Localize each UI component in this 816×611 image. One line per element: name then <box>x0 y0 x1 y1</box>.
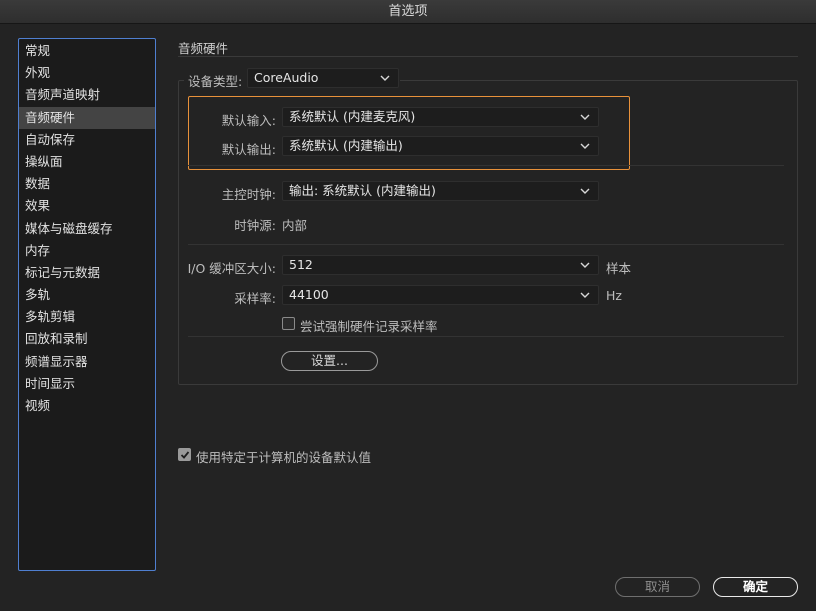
default-input-value: 系统默认 (内建麦克风) <box>289 109 416 124</box>
default-output-value: 系统默认 (内建输出) <box>289 138 403 153</box>
chevron-down-icon <box>580 292 590 298</box>
force-sample-rate-label[interactable]: 尝试强制硬件记录采样率 <box>300 316 438 335</box>
sidebar-item-memory[interactable]: 内存 <box>19 240 155 262</box>
device-type-dropdown[interactable]: CoreAudio <box>247 68 399 88</box>
io-buffer-unit: 样本 <box>606 261 632 276</box>
default-input-label: 默认输入: <box>221 113 276 128</box>
sample-rate-dropdown[interactable]: 44100 <box>282 285 599 305</box>
section-title: 音频硬件 <box>178 41 229 56</box>
force-sample-rate-checkbox[interactable] <box>282 317 295 330</box>
sidebar-item-spectral-display[interactable]: 频谱显示器 <box>19 351 155 373</box>
sidebar-item-markers-metadata[interactable]: 标记与元数据 <box>19 262 155 284</box>
master-clock-value: 输出: 系统默认 (内建输出) <box>289 183 436 198</box>
divider <box>188 336 784 337</box>
default-input-dropdown[interactable]: 系统默认 (内建麦克风) <box>282 107 599 127</box>
machine-defaults-checkbox[interactable] <box>178 448 191 461</box>
master-clock-dropdown[interactable]: 输出: 系统默认 (内建输出) <box>282 181 599 201</box>
sidebar-item-time-display[interactable]: 时间显示 <box>19 373 155 395</box>
sidebar-item-audio-hardware[interactable]: 音频硬件 <box>19 106 155 129</box>
chevron-down-icon <box>380 75 390 81</box>
sample-rate-label: 采样率: <box>234 291 276 306</box>
io-buffer-label: I/O 缓冲区大小: <box>187 261 276 276</box>
sidebar-item-playback-recording[interactable]: 回放和录制 <box>19 328 155 350</box>
clock-source-value: 内部 <box>282 218 308 233</box>
divider <box>188 244 784 245</box>
section-divider <box>178 56 798 57</box>
device-type-label: 设备类型: <box>188 74 243 89</box>
sidebar-item-auto-save[interactable]: 自动保存 <box>19 129 155 151</box>
machine-defaults-label[interactable]: 使用特定于计算机的设备默认值 <box>196 447 371 466</box>
sidebar-item-media-disk-cache[interactable]: 媒体与磁盘缓存 <box>19 218 155 240</box>
sidebar-item-general[interactable]: 常规 <box>19 40 155 62</box>
sample-rate-unit: Hz <box>606 288 622 303</box>
default-output-label: 默认输出: <box>221 142 276 157</box>
sidebar-item-audio-channel-mapping[interactable]: 音频声道映射 <box>19 84 155 106</box>
chevron-down-icon <box>580 262 590 268</box>
io-buffer-value: 512 <box>289 257 313 272</box>
cancel-button[interactable]: 取消 <box>615 577 700 597</box>
sidebar-item-video[interactable]: 视频 <box>19 395 155 417</box>
sidebar-item-appearance[interactable]: 外观 <box>19 62 155 84</box>
checkmark-icon <box>180 451 190 459</box>
sidebar-item-multitrack[interactable]: 多轨 <box>19 284 155 306</box>
sample-rate-value: 44100 <box>289 287 329 302</box>
settings-button[interactable]: 设置... <box>281 351 378 371</box>
chevron-down-icon <box>580 188 590 194</box>
master-clock-label: 主控时钟: <box>221 187 276 202</box>
clock-source-label: 时钟源: <box>234 218 276 233</box>
sidebar-item-multitrack-clips[interactable]: 多轨剪辑 <box>19 306 155 328</box>
divider <box>188 165 784 166</box>
ok-button[interactable]: 确定 <box>713 577 798 597</box>
default-output-dropdown[interactable]: 系统默认 (内建输出) <box>282 136 599 156</box>
sidebar-item-effects[interactable]: 效果 <box>19 195 155 217</box>
io-buffer-dropdown[interactable]: 512 <box>282 255 599 275</box>
window-title: 首选项 <box>0 0 816 24</box>
device-type-value: CoreAudio <box>254 70 319 85</box>
sidebar-item-control-surface[interactable]: 操纵面 <box>19 151 155 173</box>
sidebar-item-data[interactable]: 数据 <box>19 173 155 195</box>
chevron-down-icon <box>580 114 590 120</box>
preferences-sidebar: 常规 外观 音频声道映射 音频硬件 自动保存 操纵面 数据 效果 媒体与磁盘缓存… <box>18 38 156 571</box>
chevron-down-icon <box>580 143 590 149</box>
